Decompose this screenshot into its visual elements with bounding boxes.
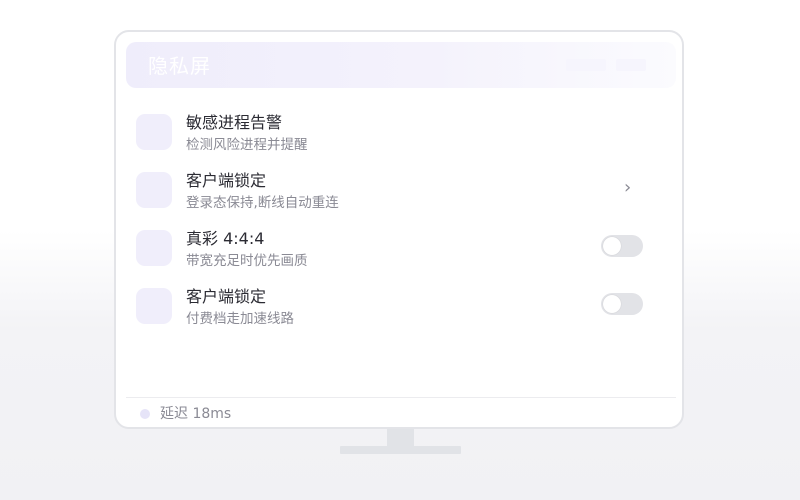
placeholder-square-icon: [136, 172, 172, 208]
setting-title: 客户端锁定: [186, 287, 267, 306]
title-bar-decoration: [566, 59, 606, 71]
toggle-knob: [603, 237, 621, 255]
client-lock-toggle[interactable]: [601, 293, 643, 315]
setting-title: 敏感进程告警: [186, 113, 283, 132]
setting-row-client-lock[interactable]: 客户端锁定 登录态保持,断线自动重连 ›: [134, 168, 654, 212]
placeholder-square-icon: [136, 114, 172, 150]
monitor-stand-neck: [387, 429, 414, 446]
setting-subtitle: 登录态保持,断线自动重连: [186, 195, 339, 211]
monitor-screen: 隐私屏 敏感进程告警 检测风险进程并提醒 客户端锁定 登录态保持,断线自动重连 …: [114, 30, 684, 429]
footer-divider: [126, 397, 676, 398]
setting-subtitle: 检测风险进程并提醒: [186, 137, 308, 153]
chevron-right-icon[interactable]: ›: [624, 178, 631, 198]
true-color-toggle[interactable]: [601, 235, 643, 257]
placeholder-square-icon: [136, 230, 172, 266]
title-bar-decoration: [616, 59, 646, 71]
status-dot-icon: [140, 409, 150, 419]
placeholder-square-icon: [136, 288, 172, 324]
latency-status: 延迟 18ms: [160, 406, 232, 422]
setting-row-sensitive-process-alert[interactable]: 敏感进程告警 检测风险进程并提醒: [134, 110, 654, 154]
setting-subtitle: 带宽充足时优先画质: [186, 253, 308, 269]
monitor-stand-base: [340, 446, 461, 454]
title-bar: 隐私屏: [126, 42, 676, 88]
window-title: 隐私屏: [148, 54, 211, 78]
setting-subtitle: 付费档走加速线路: [186, 311, 294, 327]
toggle-knob: [603, 295, 621, 313]
setting-row-client-lock-accelerated: 客户端锁定 付费档走加速线路: [134, 284, 654, 328]
setting-row-true-color: 真彩 4:4:4 带宽充足时优先画质: [134, 226, 654, 270]
setting-title: 客户端锁定: [186, 171, 267, 190]
setting-title: 真彩 4:4:4: [186, 229, 265, 248]
